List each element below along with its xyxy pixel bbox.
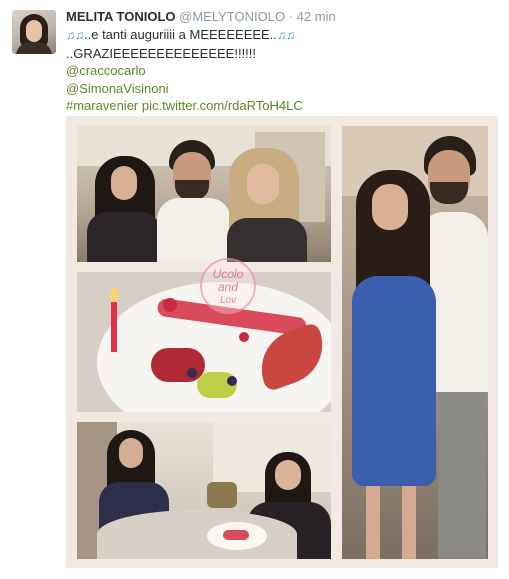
photo-panel-dinner-table — [77, 422, 331, 559]
separator-dot: · — [288, 9, 294, 24]
media-link[interactable]: pic.twitter.com/rdaRToH4LC — [142, 98, 303, 113]
hashtag-link[interactable]: #maravenier — [66, 98, 138, 113]
author-handle[interactable]: @MELYTONIOLO — [179, 9, 285, 24]
attached-photo-collage[interactable]: Ucolo and Lov — [66, 116, 498, 568]
photo-panel-couple — [342, 126, 488, 559]
author-name[interactable]: MELITA TONIOLO — [66, 9, 176, 24]
author-avatar[interactable] — [12, 10, 56, 54]
tweet-text-part-1: ..e tanti auguriiii a MEEEEEEEE.. — [84, 27, 277, 42]
mention-link-simonavisinoni[interactable]: @SimonaVisinoni — [66, 81, 169, 96]
music-notes-icon: ♫♫ — [276, 28, 295, 42]
tweet-timestamp[interactable]: 42 min — [297, 9, 336, 24]
tweet: MELITA TONIOLO @MELYTONIOLO · 42 min ♫♫.… — [0, 0, 509, 579]
photo-panel-group-portrait — [77, 126, 331, 262]
candle-flame-icon — [110, 288, 118, 302]
tweet-text-line-1: ♫♫..e tanti auguriiii a MEEEEEEEE..♫♫ — [66, 26, 496, 45]
mention-link-craccocarlo[interactable]: @craccocarlo — [66, 63, 146, 78]
tweet-text-line-2: ..GRAZIEEEEEEEEEEEEEE!!!!!! — [66, 45, 257, 61]
tweet-header: MELITA TONIOLO @MELYTONIOLO · 42 min — [66, 9, 336, 25]
music-notes-icon: ♫♫ — [66, 28, 84, 42]
tweet-text: ♫♫..e tanti auguriiii a MEEEEEEEE..♫♫ ..… — [66, 26, 496, 115]
photo-watermark-logo: Ucolo and Lov — [200, 258, 256, 314]
candle-icon — [111, 302, 117, 352]
